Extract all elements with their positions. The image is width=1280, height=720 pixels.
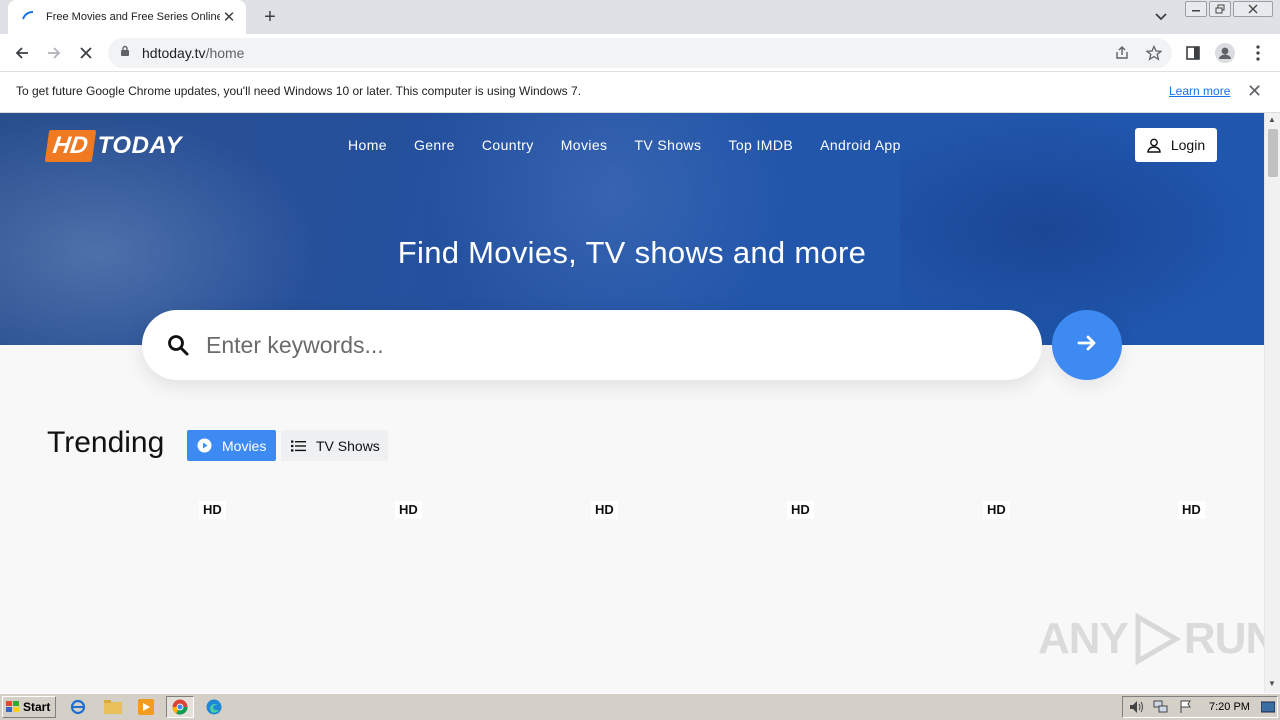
login-label: Login [1170,137,1206,153]
window-restore-button[interactable] [1209,1,1231,17]
internet-explorer-icon[interactable] [64,696,92,718]
nav-android-app[interactable]: Android App [820,137,901,153]
search-box [142,310,1042,380]
scroll-down-icon[interactable]: ▼ [1268,679,1276,688]
quality-badge: HD [199,501,226,519]
bookmark-star-icon[interactable] [1144,43,1164,63]
address-bar[interactable]: hdtoday.tv/home [108,38,1172,68]
anyrun-watermark: ANY RUN [1038,611,1264,667]
nav-genre[interactable]: Genre [414,137,455,153]
search-input[interactable] [206,331,986,359]
logo-hd: HD [44,130,96,162]
tab-close-icon[interactable]: ✕ [220,8,238,26]
tab-trending-tv-shows[interactable]: TV Shows [281,430,388,461]
nav-top-imdb[interactable]: Top IMDB [728,137,793,153]
start-button[interactable]: Start [2,696,56,718]
nav-tv-shows[interactable]: TV Shows [634,137,701,153]
site-logo[interactable]: HD TODAY [44,129,182,163]
stop-loading-icon[interactable] [73,40,99,66]
login-button[interactable]: Login [1135,128,1217,162]
infobar-message: To get future Google Chrome updates, you… [16,84,582,98]
update-infobar: To get future Google Chrome updates, you… [0,72,1280,113]
browser-tab-strip: Free Movies and Free Series Online ✕ + [0,0,1280,34]
browser-tab-active[interactable]: Free Movies and Free Series Online ✕ [8,0,246,34]
forward-arrow-icon[interactable] [41,40,67,66]
hero-title: Find Movies, TV shows and more [397,235,867,270]
tab-title: Free Movies and Free Series Online [46,11,220,23]
volume-icon[interactable] [1129,700,1145,719]
logo-today: TODAY [97,132,182,159]
quality-badge: HD [395,501,422,519]
page-viewport: HD TODAY Home Genre Country Movies TV Sh… [0,113,1264,693]
page-scrollbar[interactable]: ▲ ▼ [1264,113,1280,693]
arrow-right-icon [1076,332,1098,359]
infobar-close-icon[interactable]: ✕ [1247,81,1262,102]
nav-movies[interactable]: Movies [561,137,608,153]
search-icon [166,333,190,357]
file-explorer-icon[interactable] [99,696,127,718]
profile-avatar-icon[interactable] [1212,40,1238,66]
network-icon[interactable] [1153,700,1169,719]
search-submit-button[interactable] [1052,310,1122,380]
quality-badge: HD [787,501,814,519]
list-icon [291,440,306,452]
nav-country[interactable]: Country [482,137,534,153]
windows-taskbar: Start 7:20 PM [0,693,1280,720]
learn-more-link[interactable]: Learn more [1169,84,1230,98]
action-center-flag-icon[interactable] [1179,700,1193,719]
window-minimize-button[interactable] [1185,1,1207,17]
quality-badge: HD [591,501,618,519]
url-text: hdtoday.tv/home [142,45,245,61]
main-nav: Home Genre Country Movies TV Shows Top I… [348,137,928,153]
media-player-icon[interactable] [132,696,160,718]
system-tray: 7:20 PM [1122,696,1278,718]
nav-home[interactable]: Home [348,137,387,153]
edge-icon[interactable] [200,696,228,718]
chrome-menu-kebab-icon[interactable] [1245,40,1271,66]
play-circle-icon [197,438,212,453]
tab-search-chevron-icon[interactable] [1150,6,1172,28]
windows-logo-icon [6,701,19,712]
trending-heading: Trending [47,426,165,459]
chrome-taskbar-icon[interactable] [166,696,194,718]
user-icon [1147,138,1161,153]
back-arrow-icon[interactable] [9,40,35,66]
show-desktop-icon[interactable] [1260,700,1276,719]
site-favicon-icon [20,9,36,25]
quality-badge: HD [983,501,1010,519]
new-tab-plus-icon[interactable]: + [258,5,282,29]
scroll-up-icon[interactable]: ▲ [1268,115,1276,124]
watermark-play-icon [1135,612,1181,666]
tab-trending-movies[interactable]: Movies [187,430,276,461]
browser-toolbar: hdtoday.tv/home [0,34,1280,72]
side-panel-icon[interactable] [1180,40,1206,66]
window-close-button[interactable] [1233,1,1273,17]
lock-icon[interactable] [120,44,130,62]
taskbar-clock[interactable]: 7:20 PM [1209,701,1250,713]
share-icon[interactable] [1112,43,1132,63]
scrollbar-thumb[interactable] [1268,129,1278,177]
quality-badge: HD [1178,501,1205,519]
